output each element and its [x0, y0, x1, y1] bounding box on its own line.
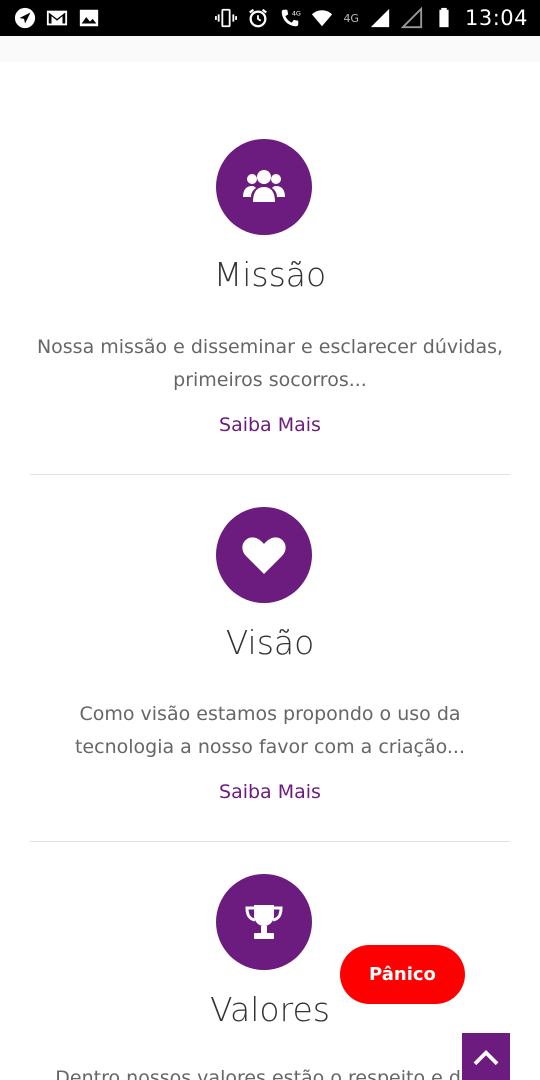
gmail-icon	[46, 7, 68, 29]
values-text: Dentro nossos valores estão o respeito e…	[55, 1067, 485, 1080]
chevron-up-icon	[473, 1049, 499, 1065]
values-icon-circle	[216, 874, 312, 970]
trophy-icon	[245, 905, 283, 939]
mission-read-more-link[interactable]: Saiba Mais	[30, 414, 510, 436]
mission-text: Nossa missão e disseminar e esclarecer d…	[36, 336, 504, 391]
divider	[30, 474, 510, 475]
network-label: 4G	[343, 11, 359, 25]
vibrate-icon	[215, 7, 238, 29]
vision-title: Visão	[225, 623, 315, 662]
mission-icon-circle	[216, 139, 312, 235]
wifi-call-icon: 4G	[279, 7, 301, 29]
wifi-icon	[311, 7, 333, 29]
signal-icon	[369, 7, 391, 29]
status-bar-left	[14, 7, 100, 29]
signal-empty-icon	[400, 7, 423, 29]
vision-text: Como visão estamos propondo o uso da tec…	[74, 703, 466, 758]
navigation-icon	[14, 7, 36, 29]
vision-read-more-link[interactable]: Saiba Mais	[30, 781, 510, 803]
vision-icon-circle	[216, 507, 312, 603]
scroll-to-top-button[interactable]	[462, 1033, 510, 1080]
heart-icon	[242, 537, 286, 574]
status-bar-right: 4G 4G 13:04	[215, 6, 528, 30]
battery-icon	[433, 7, 455, 29]
mission-title: Missão	[213, 255, 327, 294]
divider	[30, 841, 510, 842]
alarm-icon	[247, 7, 269, 29]
image-icon	[78, 7, 100, 29]
header-strip	[0, 36, 540, 62]
call-label: 4G	[292, 9, 301, 17]
users-icon	[243, 170, 285, 202]
clock: 13:04	[464, 6, 528, 30]
panic-button[interactable]: Pânico	[340, 945, 465, 1004]
status-bar: 4G 4G 13:04	[0, 0, 540, 36]
